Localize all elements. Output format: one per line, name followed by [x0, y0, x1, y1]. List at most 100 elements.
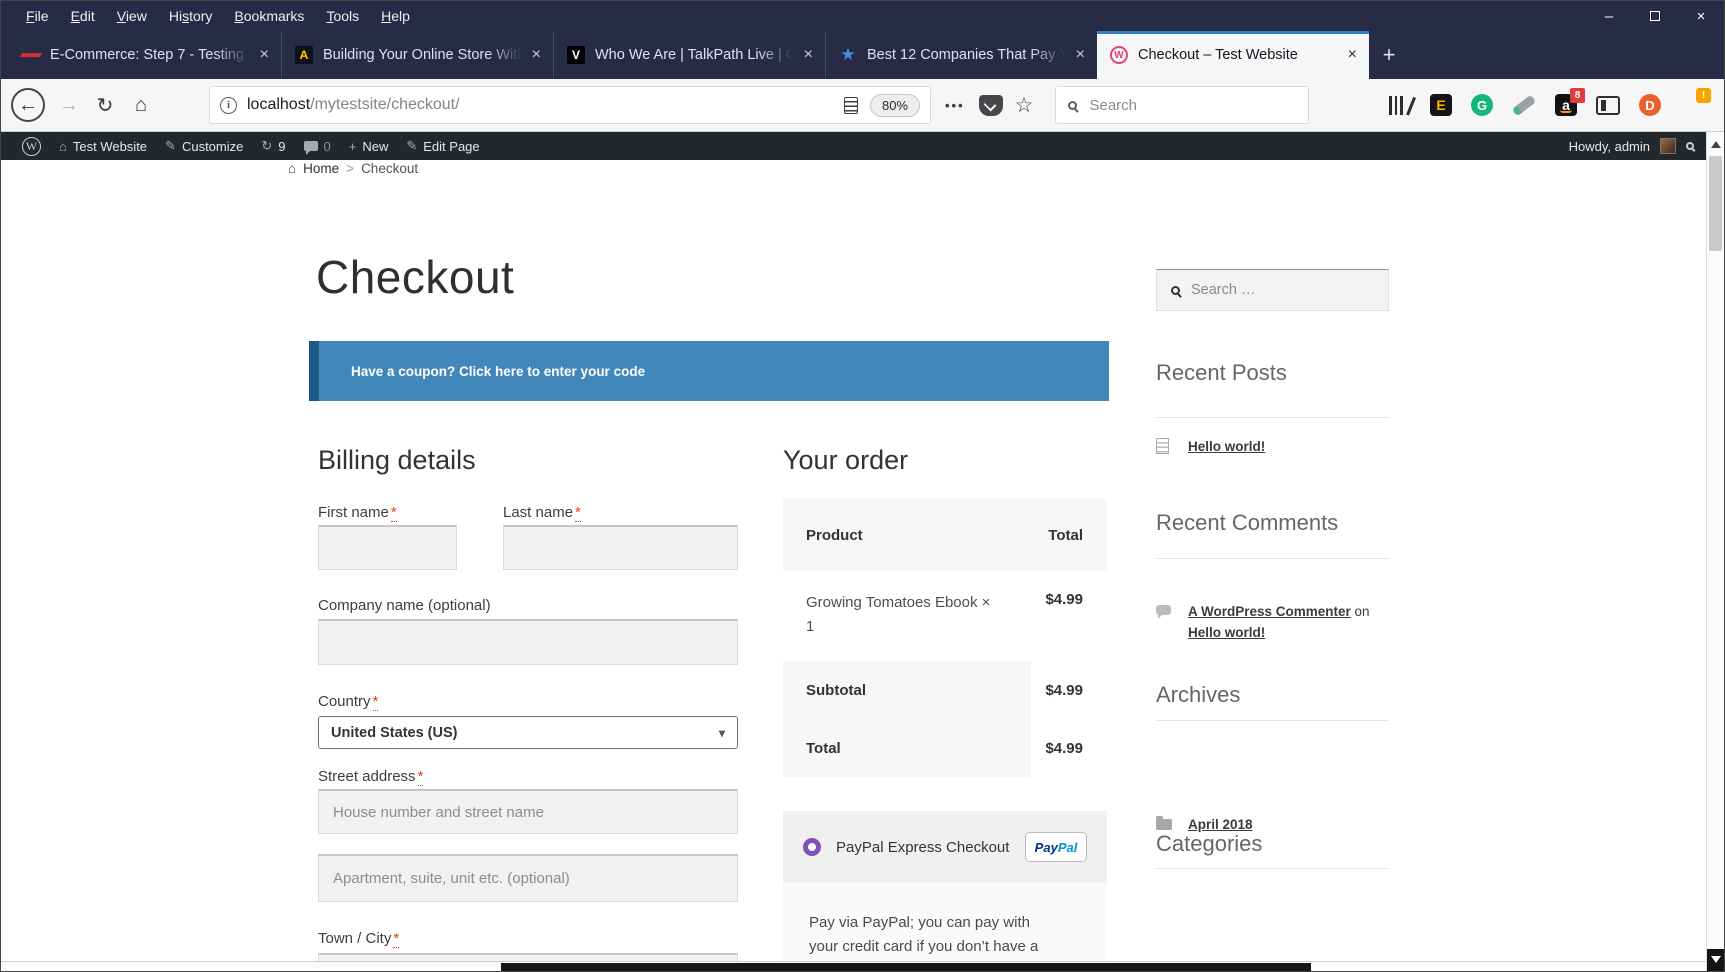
menu-history[interactable]: History [158, 8, 224, 24]
avatar[interactable] [1660, 138, 1676, 154]
sidebar-search-input[interactable]: Search … [1156, 269, 1389, 311]
recent-post-item: Hello world! [1156, 436, 1396, 457]
wp-customize-link[interactable]: ✎ Customize [156, 132, 252, 160]
grammarly-extension-icon[interactable]: G [1471, 94, 1493, 116]
coupon-banner[interactable]: Have a coupon? Click here to enter your … [309, 341, 1109, 401]
site-info-icon[interactable]: i [220, 96, 237, 114]
yellow-a-icon: A [295, 46, 313, 64]
zoom-level-indicator[interactable]: 80% [869, 93, 920, 117]
scroll-up-icon[interactable] [1707, 135, 1724, 151]
country-select[interactable]: United States (US) ▾ [318, 716, 738, 749]
required-mark: * [575, 504, 581, 522]
wp-site-menu[interactable]: ⌂ Test Website [50, 132, 156, 160]
window-controls: – × [1586, 1, 1724, 31]
minimize-button[interactable]: – [1586, 1, 1632, 31]
close-window-button[interactable]: × [1678, 1, 1724, 31]
library-icon[interactable] [1389, 95, 1416, 115]
vertical-scrollbar[interactable] [1706, 132, 1724, 971]
close-tab-icon[interactable]: × [256, 46, 273, 64]
horizontal-scroll-thumb[interactable] [501, 963, 1311, 971]
search-bar[interactable]: Search [1055, 86, 1310, 124]
wp-edit-page-link[interactable]: ✎ Edit Page [397, 132, 488, 160]
commenter-link[interactable]: A WordPress Commenter [1188, 604, 1351, 619]
scroll-down-icon[interactable] [1707, 949, 1724, 971]
home-button[interactable]: ⌂ [123, 87, 159, 123]
close-tab-icon[interactable]: × [800, 46, 817, 64]
breadcrumb-separator: > [346, 161, 355, 176]
tab-talkpath[interactable]: V Who We Are | TalkPath Live | O × [553, 31, 825, 79]
total-value: $4.99 [1045, 739, 1083, 757]
wp-search-icon[interactable] [1686, 142, 1694, 150]
menu-file[interactable]: File [15, 8, 60, 24]
horizontal-scrollbar[interactable] [1, 961, 1706, 971]
menu-bookmarks[interactable]: Bookmarks [223, 8, 315, 24]
radio-selected-icon[interactable] [803, 838, 821, 856]
total-label: Total [783, 719, 1031, 777]
reload-button[interactable]: ↻ [87, 87, 123, 123]
company-field[interactable] [318, 619, 738, 665]
required-mark: * [390, 504, 397, 522]
menu-tools[interactable]: Tools [315, 8, 370, 24]
subtotal-row: Subtotal $4.99 [783, 661, 1107, 719]
search-icon [1068, 100, 1078, 110]
subtotal-label: Subtotal [783, 661, 1031, 719]
wp-comments-link[interactable]: 0 [295, 132, 340, 160]
page-content: ⌂ Home > Checkout Checkout Have a coupon… [1, 160, 1706, 961]
divider [1156, 868, 1389, 869]
menu-edit[interactable]: Edit [60, 8, 106, 24]
page-actions-icon[interactable]: ••• [945, 98, 965, 113]
billing-heading: Billing details [318, 445, 476, 475]
brush-icon: ✎ [165, 138, 176, 153]
pencil-icon: ✎ [406, 138, 418, 153]
company-label: Company name (optional) [318, 597, 491, 614]
wp-logo-menu[interactable]: W [13, 132, 50, 160]
town-city-field[interactable] [318, 953, 738, 961]
honey-extension-icon[interactable]: E [1430, 94, 1452, 116]
highlighter-extension-icon[interactable] [1511, 94, 1537, 116]
street-address2-field[interactable] [318, 854, 738, 902]
sidebar-search-placeholder: Search … [1191, 282, 1256, 298]
pocket-icon[interactable] [978, 94, 1003, 116]
street-address-field[interactable] [318, 789, 738, 834]
menu-view[interactable]: View [106, 8, 158, 24]
url-bar[interactable]: i localhost/mytestsite/checkout/ 80% [209, 86, 931, 124]
last-name-field[interactable] [503, 525, 738, 570]
payment-description: Pay via PayPal; you can pay with your cr… [809, 914, 1039, 955]
bookmark-star-icon[interactable]: ☆ [1015, 93, 1034, 118]
hamburger-menu-icon[interactable]: ! [1680, 88, 1711, 113]
tab-best-companies[interactable]: ★ Best 12 Companies That Pay Yo × [825, 31, 1097, 79]
close-tab-icon[interactable]: × [1072, 46, 1089, 64]
comment-bubble-icon [303, 141, 318, 155]
new-tab-button[interactable]: + [1369, 31, 1409, 79]
last-name-label: Last name * [503, 504, 581, 522]
wp-howdy-menu[interactable]: Howdy, admin [1569, 139, 1650, 154]
tab-checkout-active[interactable]: W Checkout – Test Website × [1097, 31, 1369, 79]
first-name-field[interactable] [318, 525, 457, 570]
close-tab-icon[interactable]: × [1344, 46, 1361, 64]
vertical-scroll-thumb[interactable] [1709, 156, 1722, 251]
disconnect-extension-icon[interactable]: D [1639, 94, 1661, 116]
blue-star-icon: ★ [840, 45, 856, 64]
tab-ecommerce[interactable]: E-Commerce: Step 7 - Testing y × [9, 31, 281, 79]
wp-updates-link[interactable]: ↻ 9 [252, 132, 294, 160]
toolbar-extensions: E G a8 D ! [1389, 88, 1714, 116]
post-link[interactable]: Hello world! [1188, 439, 1265, 454]
close-tab-icon[interactable]: × [528, 46, 545, 64]
breadcrumb-home-link[interactable]: Home [303, 161, 339, 176]
wp-new-menu[interactable]: + New [340, 132, 398, 160]
sidebar-toggle-icon[interactable] [1596, 95, 1620, 115]
amazon-assistant-icon[interactable]: a8 [1555, 88, 1585, 116]
folder-icon [1156, 816, 1172, 830]
back-button[interactable]: ← [11, 88, 45, 122]
paypal-payment-option[interactable]: PayPal Express Checkout Pay Pal [783, 811, 1107, 883]
reader-mode-icon[interactable] [843, 96, 858, 114]
commented-post-link[interactable]: Hello world! [1188, 625, 1265, 640]
menu-help[interactable]: Help [370, 8, 421, 24]
breadcrumb-home-icon: ⌂ [288, 161, 297, 176]
tab-online-store[interactable]: A Building Your Online Store With × [281, 31, 553, 79]
forward-button[interactable]: → [51, 87, 87, 123]
wamp-w-icon: W [1110, 46, 1128, 64]
maximize-button[interactable] [1632, 1, 1678, 31]
archive-link[interactable]: April 2018 [1188, 817, 1253, 832]
order-heading: Your order [783, 445, 909, 475]
